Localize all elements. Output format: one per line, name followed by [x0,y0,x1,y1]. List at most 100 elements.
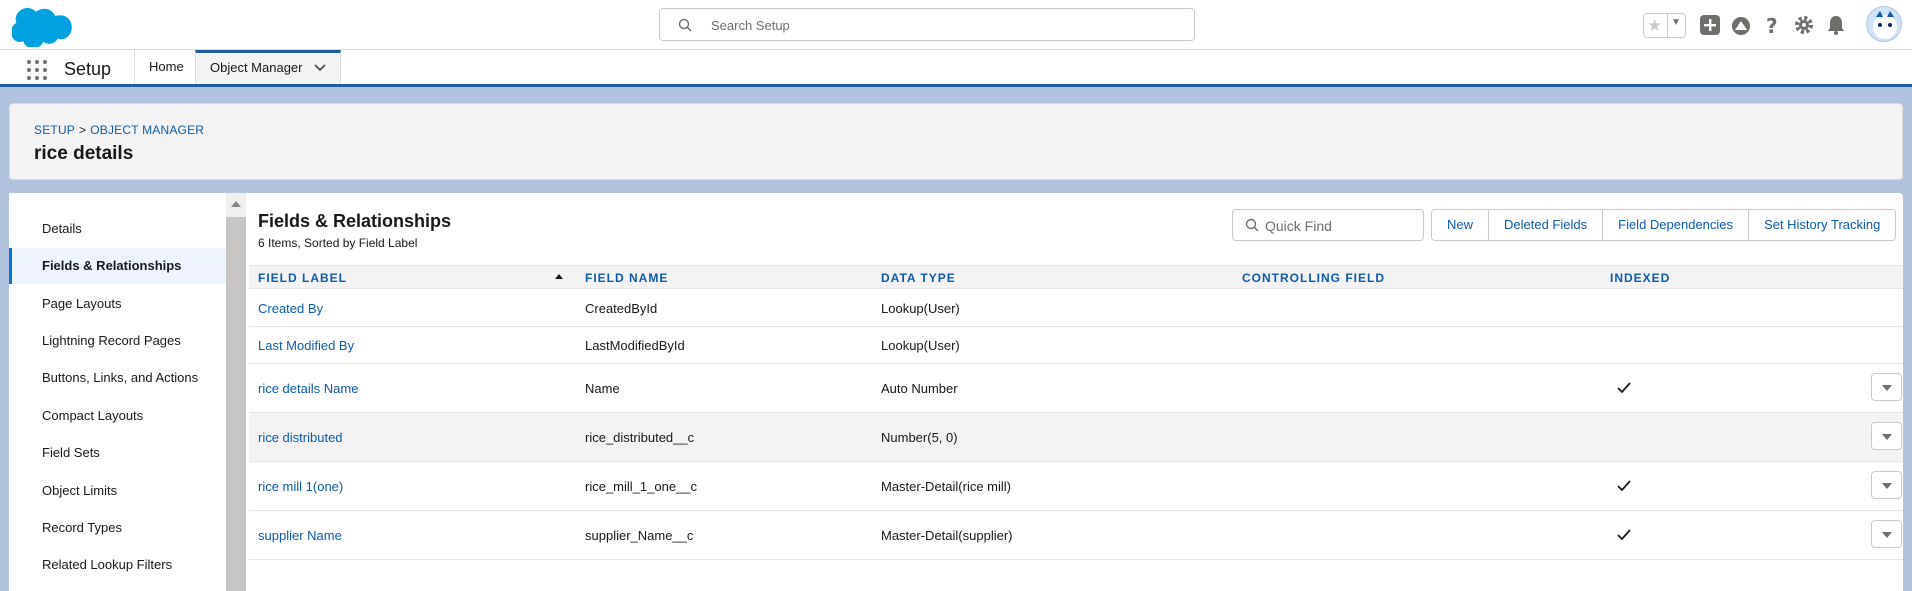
table-row: rice details Name Name Auto Number [249,364,1903,413]
plus-icon[interactable] [1699,14,1721,36]
new-button[interactable]: New [1432,210,1489,240]
page-title: rice details [34,143,134,164]
favorites-group[interactable]: ★ ▼ [1643,13,1686,38]
search-icon [1245,218,1259,232]
breadcrumb: SETUP > OBJECT MANAGER [34,123,204,137]
search-icon [678,18,692,32]
sidebar-item-label: Record Types [42,520,122,535]
indexed-checkmark-icon [1617,529,1631,541]
nav-tab-label: Home [149,59,184,74]
nav-tab-object-manager[interactable]: Object Manager [195,50,341,84]
field-name-cell: supplier_Name__c [585,528,694,543]
chevron-down-icon[interactable] [314,63,326,73]
field-label-link[interactable]: supplier Name [258,528,342,543]
table-row: supplier Name supplier_Name__c Master-De… [249,511,1903,560]
app-launcher-icon[interactable] [27,60,47,80]
user-avatar[interactable] [1866,6,1902,42]
chevron-down-icon [1882,434,1892,440]
field-label-link[interactable]: rice mill 1(one) [258,479,343,494]
sidebar-item-label: Object Limits [42,483,118,498]
sidebar-item-label: Details [42,221,82,236]
salesforce-logo[interactable] [11,5,72,49]
deleted-fields-button[interactable]: Deleted Fields [1488,210,1603,240]
svg-text:?: ? [1766,14,1778,36]
sidebar-item-label: Related Lookup Filters [42,557,173,572]
object-detail-body: Details Fields & Relationships Page Layo… [9,193,1903,591]
sidebar-item-compact-layouts[interactable]: Compact Layouts [9,398,226,434]
row-actions-menu-button[interactable] [1871,373,1902,401]
data-type-cell: Lookup(User) [881,338,960,353]
fields-relationships-panel: Fields & Relationships 6 Items, Sorted b… [249,193,1903,591]
nav-tab-label: Object Manager [210,60,303,75]
chevron-down-icon [1882,532,1892,538]
global-search-input[interactable]: Search Setup [659,8,1195,41]
column-header-data-type[interactable]: DATA TYPE [881,271,956,285]
action-button-group: New Deleted Fields Field Dependencies Se… [1431,209,1897,241]
data-type-cell: Lookup(User) [881,301,960,316]
breadcrumb-object-manager[interactable]: OBJECT MANAGER [90,123,204,137]
trailhead-icon[interactable] [1730,14,1752,36]
data-type-cell: Number(5, 0) [881,430,958,445]
indexed-checkmark-icon [1617,382,1631,394]
table-row: rice mill 1(one) rice_mill_1_one__c Mast… [249,462,1903,511]
field-name-cell: CreatedById [585,301,658,316]
sidebar-item-label: Lightning Record Pages [42,333,181,348]
nav-tab-home[interactable]: Home [134,50,195,84]
section-subtitle: 6 Items, Sorted by Field Label [258,236,418,250]
field-name-cell: Name [585,381,620,396]
field-name-cell: rice_mill_1_one__c [585,479,698,494]
sidebar-item-label: Field Sets [42,445,100,460]
table-header: FIELD LABEL FIELD NAME DATA TYPE CONTROL… [249,265,1903,289]
gear-icon[interactable] [1793,14,1815,36]
chevron-down-icon [1882,483,1892,489]
column-header-controlling-field[interactable]: CONTROLLING FIELD [1242,271,1385,285]
sidebar-item-record-types[interactable]: Record Types [9,510,226,546]
data-type-cell: Master-Detail(rice mill) [881,479,1012,494]
set-history-tracking-button[interactable]: Set History Tracking [1748,210,1896,240]
data-type-cell: Auto Number [881,381,958,396]
field-name-cell: LastModifiedById [585,338,685,353]
sidebar-item-buttons-links-actions[interactable]: Buttons, Links, and Actions [9,360,226,396]
table-row: rice distributed rice_distributed__c Num… [249,413,1903,462]
sidebar-item-fields-relationships[interactable]: Fields & Relationships [9,248,226,284]
sidebar-scrollbar[interactable] [226,193,246,591]
chevron-down-icon[interactable]: ▼ [1671,17,1681,28]
app-navigation-bar: Setup Home Object Manager [0,50,1912,87]
chevron-down-icon [1882,385,1892,391]
data-type-cell: Master-Detail(supplier) [881,528,1013,543]
sidebar-item-label: Buttons, Links, and Actions [42,370,199,385]
sidebar-item-label: Page Layouts [42,296,122,311]
column-header-field-label[interactable]: FIELD LABEL [258,271,347,285]
scrollbar-thumb[interactable] [226,217,246,591]
sidebar-item-lightning-record-pages[interactable]: Lightning Record Pages [9,323,226,359]
quick-find-input[interactable]: Quick Find [1232,209,1424,241]
row-actions-menu-button[interactable] [1871,471,1902,499]
sidebar-item-label: Fields & Relationships [42,258,182,273]
sort-ascending-icon[interactable] [555,274,563,279]
row-actions-menu-button[interactable] [1871,520,1902,548]
star-icon[interactable]: ★ [1647,16,1662,36]
sidebar-item-object-limits[interactable]: Object Limits [9,473,226,509]
column-header-field-name[interactable]: FIELD NAME [585,271,668,285]
field-label-link[interactable]: rice details Name [258,381,358,396]
table-row: Created By CreatedById Lookup(User) [249,290,1903,327]
sidebar-item-field-sets[interactable]: Field Sets [9,435,226,471]
sidebar-item-related-lookup-filters[interactable]: Related Lookup Filters [9,547,226,583]
field-name-cell: rice_distributed__c [585,430,695,445]
scroll-up-arrow-icon[interactable] [231,201,241,207]
breadcrumb-setup[interactable]: SETUP [34,123,75,137]
field-dependencies-button[interactable]: Field Dependencies [1602,210,1749,240]
sidebar-item-details[interactable]: Details [9,211,226,247]
section-title: Fields & Relationships [258,211,452,231]
sidebar-item-label: Compact Layouts [42,408,144,423]
bell-icon[interactable] [1825,14,1847,36]
field-label-link[interactable]: rice distributed [258,430,343,445]
field-label-link[interactable]: Created By [258,301,323,316]
sidebar-item-page-layouts[interactable]: Page Layouts [9,286,226,322]
global-header: Search Setup ★ ▼ ? [0,0,1912,50]
field-label-link[interactable]: Last Modified By [258,338,354,353]
row-actions-menu-button[interactable] [1871,422,1902,450]
indexed-checkmark-icon [1617,480,1631,492]
column-header-indexed[interactable]: INDEXED [1610,271,1670,285]
help-icon[interactable]: ? [1761,14,1783,36]
